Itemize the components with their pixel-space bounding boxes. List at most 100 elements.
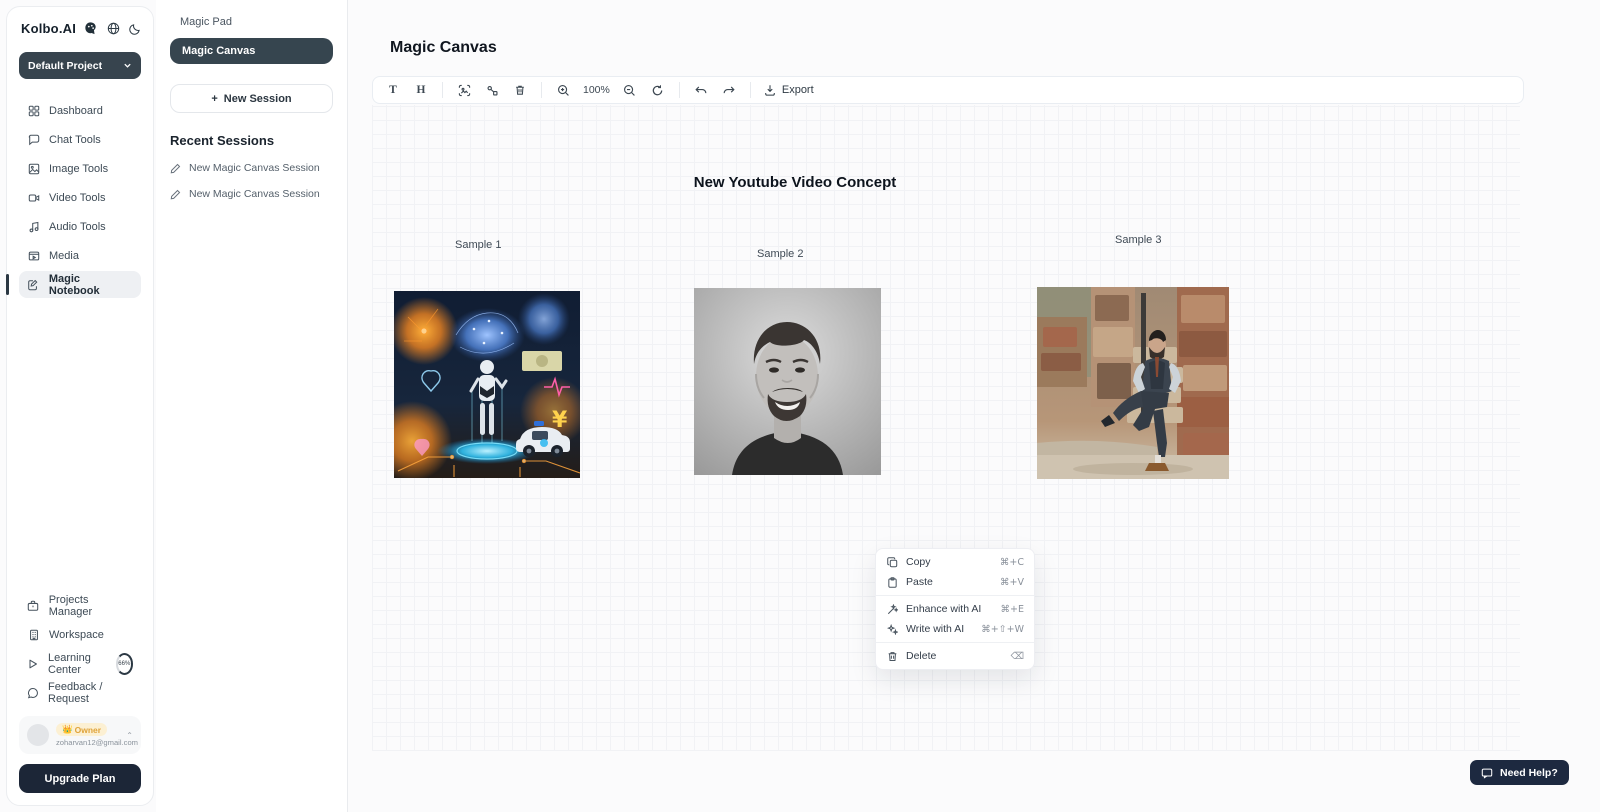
sidebar-nav: Dashboard Chat Tools Image Tools Video T… [19, 97, 141, 298]
building-icon [27, 629, 40, 641]
briefcase-icon [27, 600, 40, 612]
owner-role-label: Owner [75, 725, 101, 735]
sidebar-item-label: Media [49, 250, 79, 262]
ai-image-tool-button[interactable] [452, 79, 476, 101]
context-menu-divider [876, 595, 1034, 596]
sidebar-item-label: Image Tools [49, 163, 108, 175]
canvas-image-sample-1[interactable]: ¥ [394, 291, 580, 478]
media-folder-icon [27, 250, 40, 262]
page-title: Magic Canvas [390, 39, 497, 57]
recent-sessions-heading: Recent Sessions [170, 133, 333, 148]
export-button[interactable]: Export [760, 84, 818, 96]
dashboard-grid-icon [27, 105, 40, 117]
shortcut-label: ⌘+V [1000, 577, 1024, 588]
context-menu-item-paste[interactable]: Paste ⌘+V [876, 572, 1034, 592]
sidebar-item-label: Magic Notebook [49, 273, 133, 297]
text-tool-button[interactable]: T [381, 79, 405, 101]
context-menu-label: Paste [906, 576, 933, 588]
zoom-out-button[interactable] [618, 79, 642, 101]
canvas-text-sample-3[interactable]: Sample 3 [1115, 234, 1161, 246]
brain-logo-icon [83, 21, 98, 36]
zoom-level-value: 100% [579, 84, 614, 96]
sidebar-item-label: Learning Center [48, 652, 107, 676]
recent-session-item[interactable]: New Magic Canvas Session [170, 188, 333, 200]
toolbar-divider [442, 82, 443, 98]
redo-button[interactable] [717, 79, 741, 101]
canvas-text-sample-2[interactable]: Sample 2 [757, 248, 803, 260]
canvas-image-sample-3[interactable] [1037, 287, 1229, 479]
reset-view-button[interactable] [646, 79, 670, 101]
shortcut-label: ⌘+E [1001, 604, 1024, 615]
primary-sidebar: Kolbo.AI Default Project Dashboard Chat … [6, 6, 154, 806]
paste-icon [886, 577, 898, 588]
avatar [27, 724, 49, 746]
tab-magic-canvas[interactable]: Magic Canvas [170, 38, 333, 64]
connector-tool-button[interactable] [480, 79, 504, 101]
sidebar-spacer [19, 298, 141, 574]
toolbar-divider [679, 82, 680, 98]
help-chat-icon [1481, 767, 1493, 779]
crown-icon: 👑 [62, 724, 73, 735]
chevron-down-icon [123, 61, 132, 70]
globe-icon[interactable] [107, 22, 120, 35]
new-session-button[interactable]: + New Session [170, 84, 333, 113]
image-icon [27, 163, 40, 175]
toolbar-divider [750, 82, 751, 98]
sidebar-item-label: Audio Tools [49, 221, 106, 233]
context-menu-label: Enhance with AI [906, 603, 981, 615]
sessions-panel: Magic Pad Magic Canvas + New Session Rec… [156, 0, 348, 812]
recent-session-label: New Magic Canvas Session [189, 188, 320, 200]
canvas-text-sample-1[interactable]: Sample 1 [455, 239, 501, 251]
need-help-button[interactable]: Need Help? [1470, 760, 1569, 785]
toolbar-divider [541, 82, 542, 98]
context-menu-item-delete[interactable]: Delete ⌫ [876, 646, 1034, 666]
sidebar-item-label: Workspace [49, 629, 104, 641]
sidebar-item-magic-notebook[interactable]: Magic Notebook [19, 271, 141, 298]
project-selector[interactable]: Default Project [19, 52, 141, 79]
tab-magic-pad[interactable]: Magic Pad [170, 14, 333, 38]
sidebar-item-image-tools[interactable]: Image Tools [19, 155, 141, 182]
sidebar-item-media[interactable]: Media [19, 242, 141, 269]
sidebar-item-label: Feedback / Request [48, 681, 133, 705]
sidebar-item-dashboard[interactable]: Dashboard [19, 97, 141, 124]
account-chevron-icon: ⌃ [126, 731, 133, 740]
feedback-bubble-icon [27, 687, 39, 699]
context-menu-item-enhance-with-ai[interactable]: Enhance with AI ⌘+E [876, 599, 1034, 619]
sidebar-item-video-tools[interactable]: Video Tools [19, 184, 141, 211]
undo-button[interactable] [689, 79, 713, 101]
recent-session-label: New Magic Canvas Session [189, 162, 320, 174]
sidebar-item-label: Projects Manager [49, 594, 133, 618]
recent-session-item[interactable]: New Magic Canvas Session [170, 162, 333, 174]
learning-progress-badge: 66% [116, 653, 133, 675]
canvas-text-heading[interactable]: New Youtube Video Concept [690, 174, 900, 191]
sidebar-item-learning-center[interactable]: Learning Center 66% [19, 650, 141, 677]
app-logo: Kolbo.AI [21, 21, 76, 36]
sidebar-item-workspace[interactable]: Workspace [19, 621, 141, 648]
context-menu-item-copy[interactable]: Copy ⌘+C [876, 552, 1034, 572]
sparkles-icon [886, 624, 898, 635]
canvas-toolbar: T H 100% Export [372, 76, 1524, 104]
dark-mode-moon-icon[interactable] [129, 23, 141, 35]
context-menu-item-write-with-ai[interactable]: Write with AI ⌘+⇧+W [876, 619, 1034, 639]
sidebar-item-label: Video Tools [49, 192, 105, 204]
music-note-icon [27, 221, 40, 233]
zoom-in-button[interactable] [551, 79, 575, 101]
canvas-image-sample-2[interactable] [694, 288, 881, 475]
logo-row: Kolbo.AI [19, 21, 141, 36]
upgrade-plan-button[interactable]: Upgrade Plan [19, 764, 141, 793]
heading-tool-button[interactable]: H [409, 79, 433, 101]
sidebar-item-chat-tools[interactable]: Chat Tools [19, 126, 141, 153]
shortcut-label: ⌫ [1011, 651, 1024, 662]
pencil-icon [170, 163, 181, 174]
need-help-label: Need Help? [1500, 767, 1558, 779]
delete-tool-button[interactable] [508, 79, 532, 101]
context-menu-label: Write with AI [906, 623, 964, 635]
shortcut-label: ⌘+⇧+W [981, 624, 1024, 635]
sidebar-item-projects-manager[interactable]: Projects Manager [19, 592, 141, 619]
user-account-card[interactable]: 👑Owner zoharvan12@gmail.com ⌃ [19, 716, 141, 754]
sidebar-footer-nav: Projects Manager Workspace Learning Cent… [19, 592, 141, 706]
sidebar-item-audio-tools[interactable]: Audio Tools [19, 213, 141, 240]
sidebar-item-feedback-request[interactable]: Feedback / Request [19, 679, 141, 706]
pencil-icon [170, 189, 181, 200]
sidebar-item-label: Dashboard [49, 105, 103, 117]
